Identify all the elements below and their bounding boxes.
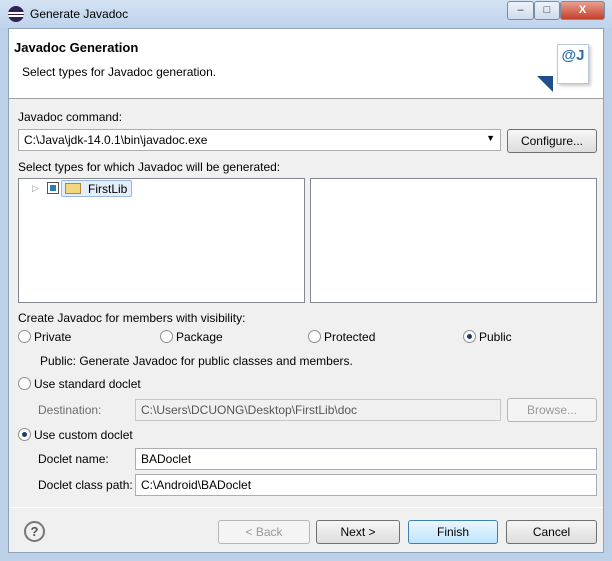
destination-label: Destination: bbox=[38, 403, 102, 417]
javadoc-command-value: C:\Java\jdk-14.0.1\bin\javadoc.exe bbox=[24, 133, 208, 147]
configure-button[interactable]: Configure... bbox=[507, 129, 597, 153]
next-button[interactable]: Next > bbox=[316, 520, 400, 544]
radio-private-label: Private bbox=[34, 330, 72, 344]
javadoc-icon: @J bbox=[557, 44, 589, 84]
custom-doclet-label: Use custom doclet bbox=[34, 428, 133, 442]
javadoc-command-combo[interactable]: C:\Java\jdk-14.0.1\bin\javadoc.exe ▼ bbox=[18, 129, 501, 151]
types-label: Select types for which Javadoc will be g… bbox=[18, 160, 281, 174]
close-button[interactable]: X bbox=[560, 1, 605, 20]
radio-custom-doclet[interactable] bbox=[18, 428, 31, 441]
page-title: Javadoc Generation bbox=[14, 40, 139, 55]
visibility-description: Public: Generate Javadoc for public clas… bbox=[40, 354, 353, 368]
radio-private[interactable] bbox=[18, 330, 31, 343]
radio-package[interactable] bbox=[160, 330, 173, 343]
radio-package-label: Package bbox=[176, 330, 223, 344]
types-tree[interactable]: ▷ FirstLib bbox=[18, 178, 305, 303]
folder-icon bbox=[65, 183, 81, 194]
radio-public-label: Public bbox=[479, 330, 512, 344]
banner-triangle-icon bbox=[537, 76, 553, 92]
radio-public[interactable] bbox=[463, 330, 476, 343]
browse-button[interactable]: Browse... bbox=[507, 398, 597, 422]
radio-protected-label: Protected bbox=[324, 330, 376, 344]
doclet-name-field[interactable]: BADoclet bbox=[135, 448, 597, 470]
expand-arrow-icon[interactable]: ▷ bbox=[32, 183, 39, 194]
eclipse-icon bbox=[8, 6, 24, 22]
tree-checkbox[interactable] bbox=[47, 182, 59, 194]
doclet-path-field[interactable]: C:\Android\BADoclet bbox=[135, 474, 597, 496]
page-subtitle: Select types for Javadoc generation. bbox=[22, 65, 217, 79]
standard-doclet-label: Use standard doclet bbox=[34, 377, 141, 391]
tree-item-firstlib[interactable]: FirstLib bbox=[61, 180, 132, 197]
footer-divider bbox=[9, 507, 603, 508]
back-button[interactable]: < Back bbox=[218, 520, 310, 544]
window-title: Generate Javadoc bbox=[30, 7, 129, 21]
destination-field[interactable]: C:\Users\DCUONG\Desktop\FirstLib\doc bbox=[135, 399, 501, 421]
radio-protected[interactable] bbox=[308, 330, 321, 343]
help-icon[interactable]: ? bbox=[24, 521, 45, 542]
cancel-button[interactable]: Cancel bbox=[506, 520, 597, 544]
members-list[interactable] bbox=[310, 178, 597, 303]
maximize-button[interactable]: □ bbox=[534, 1, 560, 20]
javadoc-command-label: Javadoc command: bbox=[18, 110, 123, 124]
visibility-label: Create Javadoc for members with visibili… bbox=[18, 311, 246, 325]
minimize-button[interactable]: – bbox=[507, 1, 534, 20]
finish-button[interactable]: Finish bbox=[408, 520, 498, 544]
chevron-down-icon[interactable]: ▼ bbox=[486, 133, 495, 143]
doclet-path-label: Doclet class path: bbox=[38, 478, 133, 492]
doclet-name-label: Doclet name: bbox=[38, 452, 109, 466]
tree-item-label: FirstLib bbox=[88, 182, 128, 196]
radio-standard-doclet[interactable] bbox=[18, 377, 31, 390]
